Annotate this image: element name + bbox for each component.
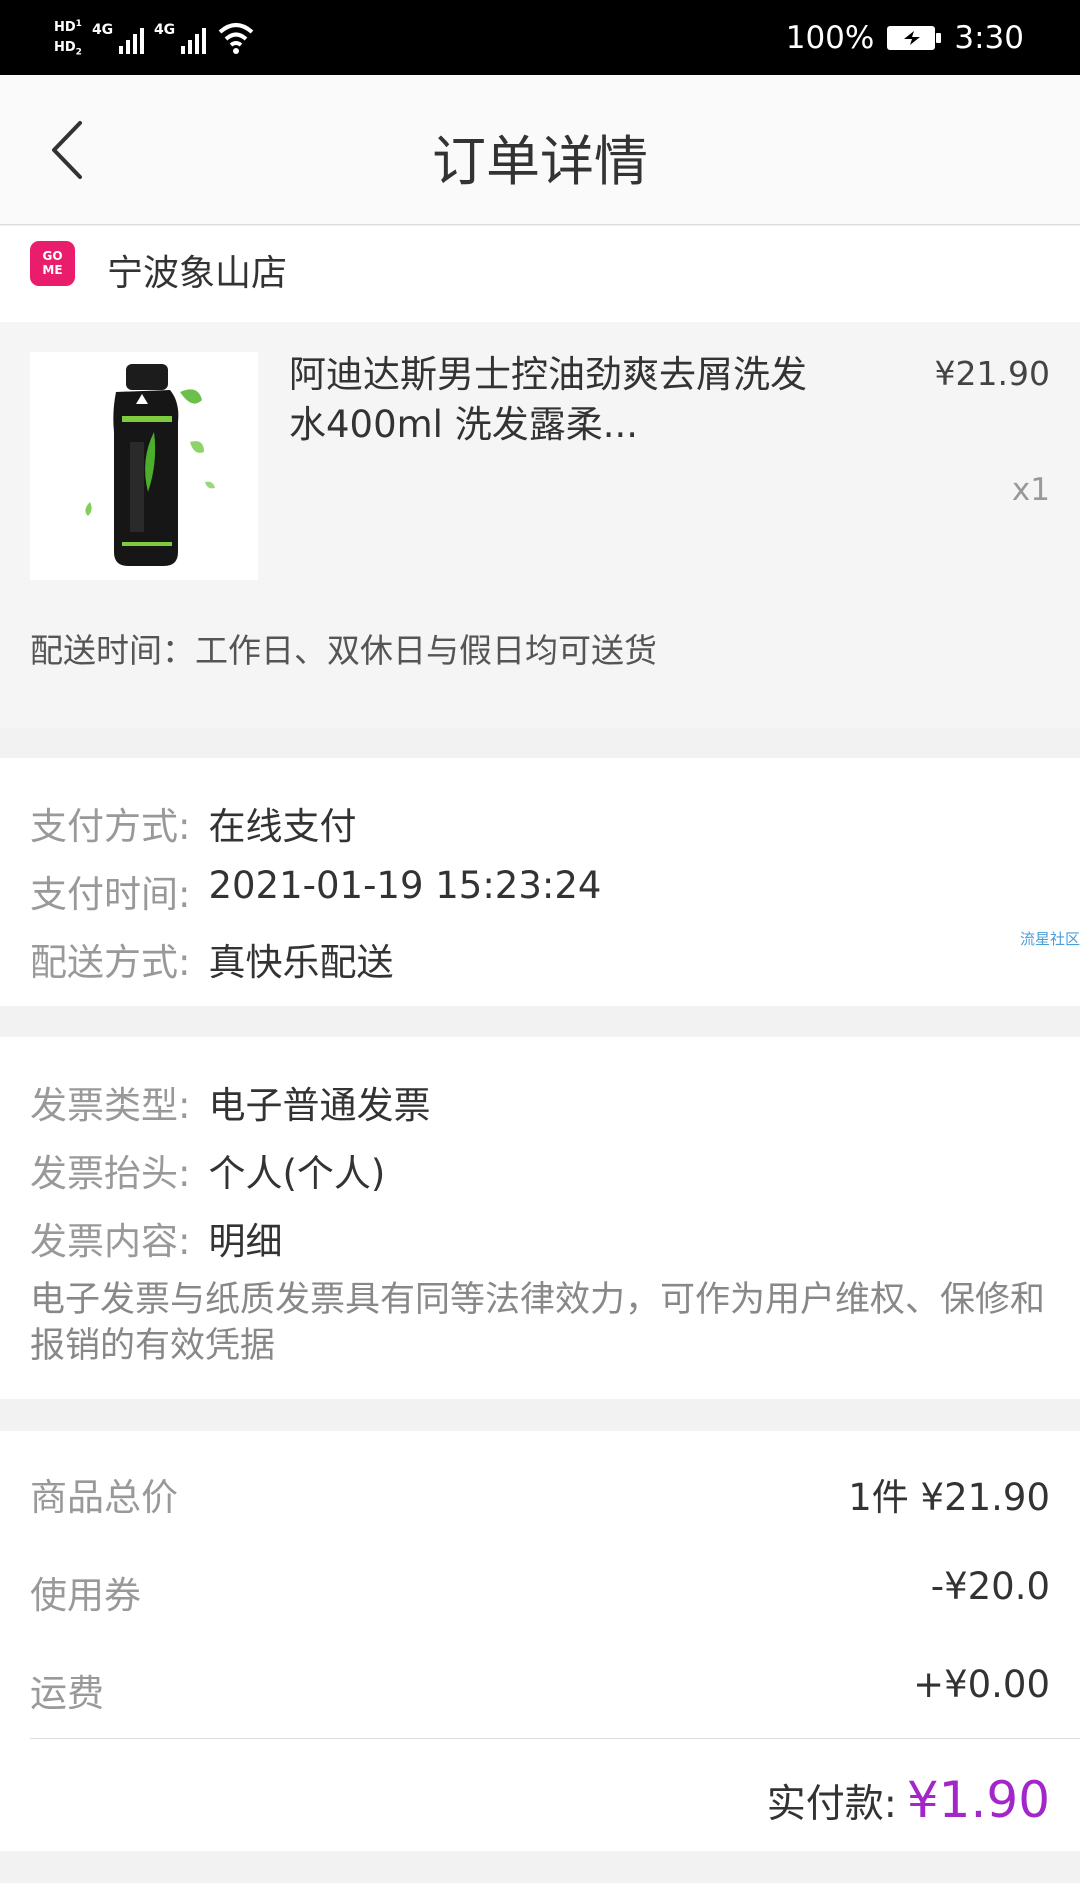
amount-paid-value: ¥1.90	[906, 1771, 1050, 1829]
amount-paid-label: 实付款:	[766, 1782, 897, 1827]
hd2-icon: HD2	[54, 40, 82, 61]
battery-icon	[887, 26, 942, 50]
invoice-note: 电子发票与纸质发票具有同等法律效力，可作为用户维权、保修和报销的有效凭据	[30, 1280, 1046, 1366]
signal-1-bars	[118, 28, 144, 54]
store-logo-bottom: ME	[42, 263, 63, 277]
total-price-value: 1件 ¥21.90	[848, 1476, 1050, 1519]
wifi-icon	[218, 23, 254, 54]
payment-time-row: 支付时间: 2021-01-19 15:23:24	[30, 864, 601, 918]
payment-method-label: 支付方式:	[30, 805, 191, 848]
watermark: 流星社区	[1019, 930, 1080, 948]
battery-percent: 100%	[785, 20, 875, 56]
status-right: 100% 3:30	[786, 14, 1024, 62]
price-summary-block: 商品总价 1件 ¥21.90 使用券 -¥20.0 运费 +¥0.00 实付款:…	[0, 1431, 1080, 1851]
store-name: 宁波象山店	[107, 253, 288, 294]
signal-1-bar	[125, 40, 130, 54]
payment-method-value: 在线支付	[208, 805, 357, 848]
hd1-sub: 1	[75, 18, 82, 29]
signal-1-bar	[118, 46, 123, 54]
invoice-title-label: 发票抬头:	[30, 1152, 191, 1195]
signal-2-bar	[187, 40, 192, 54]
invoice-info-block: 发票类型: 电子普通发票 发票抬头: 个人(个人) 发票内容: 明细 电子发票与…	[0, 1037, 1080, 1399]
signal-2-label: 4G	[153, 22, 176, 38]
store-logo-icon: GO ME	[30, 241, 75, 286]
product-block: 阿迪达斯男士控油劲爽去屑洗发水400ml 洗发露柔... ¥21.90 x1 配…	[0, 322, 1080, 728]
product-quantity: x1	[1011, 472, 1050, 508]
total-price-row: 商品总价 1件 ¥21.90	[30, 1467, 1050, 1519]
total-price-label: 商品总价	[30, 1476, 178, 1519]
shipping-fee-label: 运费	[30, 1672, 104, 1715]
signal-1-bar	[139, 28, 144, 54]
invoice-type-row: 发票类型: 电子普通发票	[30, 1075, 430, 1129]
signal-1-bar	[132, 34, 137, 54]
hd1-icon: HD1	[54, 16, 82, 36]
coupon-value: -¥20.0	[930, 1565, 1050, 1608]
payment-info-block: 支付方式: 在线支付 支付时间: 2021-01-19 15:23:24 配送方…	[0, 758, 1080, 1006]
clock: 3:30	[954, 20, 1024, 56]
shipping-method-label: 配送方式:	[30, 941, 191, 984]
hd2-text: HD	[54, 39, 76, 55]
shipping-fee-value: +¥0.00	[913, 1663, 1050, 1706]
shipping-method-value: 真快乐配送	[208, 941, 394, 984]
product-name[interactable]: 阿迪达斯男士控油劲爽去屑洗发水400ml 洗发露柔...	[289, 350, 819, 450]
invoice-content-label: 发票内容:	[30, 1220, 191, 1263]
product-thumbnail[interactable]	[30, 352, 258, 580]
signal-1-icon: 4G	[92, 20, 144, 56]
signal-2-bar	[194, 34, 199, 54]
invoice-type-label: 发票类型:	[30, 1084, 191, 1127]
nav-header: 订单详情	[0, 75, 1080, 225]
signal-2-bars	[180, 28, 206, 54]
amount-paid-row: 实付款: ¥1.90	[767, 1771, 1050, 1829]
summary-divider	[30, 1738, 1080, 1739]
invoice-title-value: 个人(个人)	[208, 1152, 386, 1195]
signal-1-label: 4G	[91, 22, 114, 38]
invoice-title-row: 发票抬头: 个人(个人)	[30, 1143, 385, 1197]
payment-method-row: 支付方式: 在线支付	[30, 796, 356, 850]
product-price: ¥21.90	[934, 354, 1050, 393]
store-logo-top: GO	[42, 249, 63, 263]
hd2-sub: 2	[75, 47, 82, 58]
shipping-method-row: 配送方式: 真快乐配送	[30, 932, 393, 986]
shampoo-bottle-image	[85, 364, 215, 566]
status-bar: HD1 HD2 4G 4G 100% 3:30	[0, 0, 1080, 75]
hd1-text: HD	[54, 19, 76, 35]
invoice-content-value: 明细	[208, 1220, 283, 1263]
status-left: HD1 HD2 4G 4G	[54, 14, 256, 62]
invoice-type-value: 电子普通发票	[208, 1084, 431, 1127]
coupon-row: 使用券 -¥20.0	[30, 1565, 1050, 1617]
store-row[interactable]: GO ME 宁波象山店	[0, 226, 1080, 322]
delivery-time: 配送时间：工作日、双休日与假日均可送货	[30, 631, 657, 670]
coupon-label: 使用券	[30, 1574, 141, 1617]
invoice-content-row: 发票内容: 明细	[30, 1211, 282, 1265]
signal-2-bar	[180, 46, 185, 54]
signal-2-bar	[201, 28, 206, 54]
hd-indicators: HD1 HD2	[54, 16, 82, 61]
signal-2-icon: 4G	[154, 20, 206, 56]
payment-time-value: 2021-01-19 15:23:24	[208, 864, 602, 907]
shipping-fee-row: 运费 +¥0.00	[30, 1663, 1050, 1715]
page-title: 订单详情	[432, 130, 648, 193]
payment-time-label: 支付时间:	[30, 873, 191, 916]
